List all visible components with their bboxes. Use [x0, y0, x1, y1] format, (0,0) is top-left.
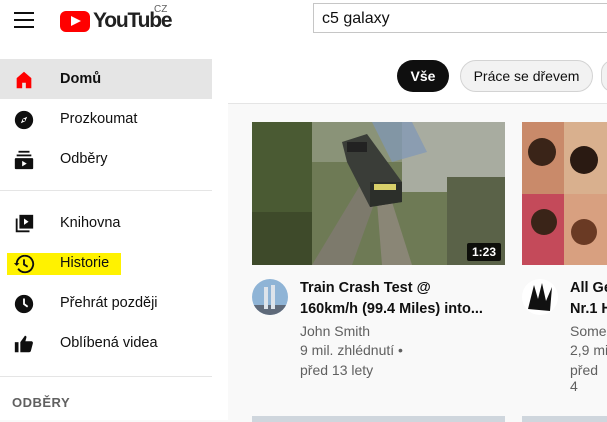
sidebar-item-label: Oblíbená videa — [60, 335, 158, 351]
clock-icon — [14, 294, 34, 314]
video-title-line: All Ge — [570, 280, 607, 296]
search-input[interactable]: c5 galaxy — [313, 3, 607, 33]
compass-icon — [14, 110, 34, 130]
video-thumbnail[interactable]: 1:23 — [252, 122, 505, 265]
youtube-play-icon — [60, 10, 90, 32]
album-cover-thumbnail-image — [522, 122, 607, 265]
region-code: CZ — [154, 4, 168, 15]
sidebar-item-label: Prozkoumat — [60, 111, 138, 127]
thumbs-up-icon — [14, 335, 33, 353]
video-title-line: Train Crash Test @ — [300, 280, 431, 296]
sidebar-item-label: Přehrát později — [60, 295, 158, 311]
subscriptions-section-title: ODBĚRY — [12, 395, 71, 410]
sidebar: Domů Prozkoumat Odběry Knihovna Historie… — [0, 46, 228, 420]
chip-all[interactable]: Vše — [397, 60, 449, 92]
channel-name[interactable]: John Smith — [300, 323, 370, 339]
upload-age: před 4 — [570, 362, 599, 394]
sidebar-item-label: Historie — [60, 255, 110, 271]
subscriptions-icon — [14, 150, 34, 170]
view-count: 2,9 mi — [570, 342, 607, 358]
video-duration: 1:23 — [466, 243, 501, 261]
main-content: Vše Práce se dřevem 1:23 Train Crash Tes… — [228, 46, 607, 422]
chip-partial[interactable] — [601, 60, 607, 92]
video-title[interactable]: All Ge Nr.1 H — [570, 278, 607, 320]
library-icon — [15, 214, 34, 233]
channel-avatar[interactable] — [252, 279, 288, 315]
channel-name[interactable]: Some — [570, 323, 607, 339]
next-row-thumbnail[interactable] — [252, 416, 505, 422]
upload-age: před 13 lety — [300, 362, 374, 378]
sidebar-divider — [0, 190, 212, 191]
hamburger-menu-icon[interactable] — [14, 12, 34, 28]
history-icon — [13, 254, 35, 274]
sidebar-item-label: Odběry — [60, 151, 108, 167]
sidebar-item-label: Domů — [60, 71, 102, 87]
sidebar-item-history[interactable]: Historie — [0, 243, 212, 283]
sidebar-item-explore[interactable]: Prozkoumat — [0, 99, 212, 139]
next-row-thumbnail[interactable] — [522, 416, 607, 422]
avatar-image — [522, 279, 558, 315]
chip-woodworking[interactable]: Práce se dřevem — [460, 60, 593, 92]
sidebar-item-subscriptions[interactable]: Odběry — [0, 139, 212, 179]
chip-bar: Vše Práce se dřevem — [228, 46, 607, 104]
video-title-line: Nr.1 H — [570, 301, 607, 317]
video-card[interactable]: 1:23 Train Crash Test @ 160km/h (99.4 Mi… — [252, 122, 522, 422]
sidebar-item-label: Knihovna — [60, 215, 121, 231]
video-thumbnail[interactable] — [522, 122, 607, 265]
channel-avatar[interactable] — [522, 279, 558, 315]
video-title[interactable]: Train Crash Test @ 160km/h (99.4 Miles) … — [300, 278, 510, 320]
avatar-image — [252, 279, 288, 315]
video-card[interactable]: All Ge Nr.1 H Some 2,9 mi před 4 — [522, 122, 607, 422]
sidebar-item-library[interactable]: Knihovna — [0, 203, 212, 243]
sidebar-item-watch-later[interactable]: Přehrát později — [0, 283, 212, 323]
sidebar-item-home[interactable]: Domů — [0, 59, 212, 99]
home-icon — [16, 71, 32, 89]
video-title-line: 160km/h (99.4 Miles) into... — [300, 301, 483, 317]
sidebar-item-liked-videos[interactable]: Oblíbená videa — [0, 323, 212, 363]
top-bar: YouTube CZ c5 galaxy — [0, 0, 607, 46]
view-count: 9 mil. zhlédnutí • — [300, 342, 403, 358]
sidebar-divider — [0, 376, 212, 377]
